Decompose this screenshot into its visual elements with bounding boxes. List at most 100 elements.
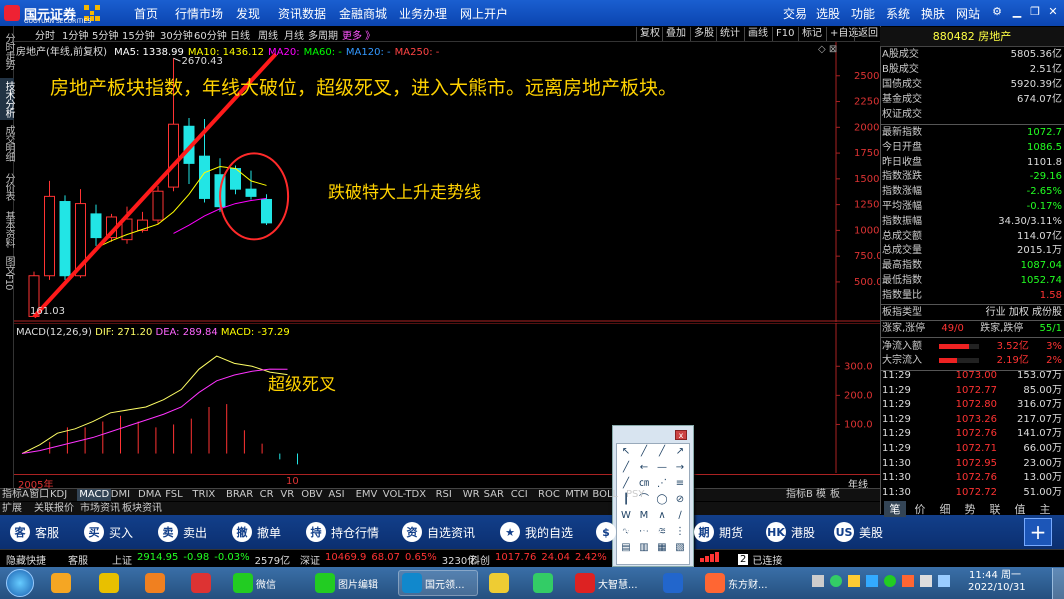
- maximize-button[interactable]: ❐: [1026, 4, 1044, 20]
- indicator-tab-6[interactable]: FSL: [165, 489, 183, 501]
- taskbar-app-4[interactable]: 微信: [230, 570, 308, 596]
- taskbar-app-11[interactable]: 东方财...: [702, 570, 778, 596]
- tick-tab-6[interactable]: 主: [1034, 501, 1056, 517]
- action-button-2[interactable]: 卖卖出: [158, 519, 207, 545]
- taskbar-app-0[interactable]: [48, 570, 82, 596]
- right-menu-item-2[interactable]: 功能: [851, 5, 875, 22]
- taskbar-app-7[interactable]: [486, 570, 520, 596]
- right-menu-item-1[interactable]: 选股: [816, 5, 840, 22]
- indicator-tab-13[interactable]: EMV: [356, 489, 378, 501]
- menu-item-1[interactable]: 行情市场: [175, 5, 223, 22]
- indicator-tab-17[interactable]: SAR: [484, 489, 504, 501]
- draw-tool-icon[interactable]: ⋮: [671, 524, 689, 540]
- draw-tool-icon[interactable]: —: [653, 460, 671, 476]
- draw-tool-icon[interactable]: ∕: [671, 508, 689, 524]
- indicator-tab-16[interactable]: WR: [463, 489, 480, 501]
- menu-item-4[interactable]: 金融商城: [339, 5, 387, 22]
- minimize-button[interactable]: ▁: [1008, 4, 1026, 20]
- draw-tool-icon[interactable]: ↖: [617, 444, 635, 460]
- extension-tab-3[interactable]: 板块资讯: [122, 503, 162, 515]
- right-menu-item-3[interactable]: 系统: [886, 5, 910, 22]
- chart-tool-button-1[interactable]: 叠加: [662, 27, 689, 41]
- ticker-service-link[interactable]: 客服: [68, 552, 88, 567]
- indicator-tab-2[interactable]: KDJ: [50, 489, 67, 501]
- taskbar-app-6[interactable]: 国元领...: [398, 570, 478, 596]
- indicator-tab-19[interactable]: ROC: [538, 489, 560, 501]
- hide-shortcut-link[interactable]: 隐藏快捷: [6, 552, 46, 567]
- period-tab-8[interactable]: 月线: [284, 27, 304, 42]
- right-menu-item-4[interactable]: 换肤: [921, 5, 945, 22]
- tick-tab-1[interactable]: 价: [909, 501, 931, 517]
- draw-tool-icon[interactable]: ↗: [671, 444, 689, 460]
- brand-logo[interactable]: 国元证券 GUOYUAN SECURITIES: [4, 3, 100, 25]
- right-menu-item-5[interactable]: 网站: [956, 5, 980, 22]
- macd-chart[interactable]: 300.0 200.0 100.0: [14, 323, 880, 473]
- menu-item-5[interactable]: 业务办理: [399, 5, 447, 22]
- chart-tool-button-5[interactable]: F10: [772, 27, 797, 41]
- tray-network-icon[interactable]: [866, 575, 878, 587]
- action-button-1[interactable]: 买买入: [84, 519, 133, 545]
- draw-tool-icon[interactable]: ╱: [653, 444, 671, 460]
- ticker-sh[interactable]: 上证 2914.95 -0.98 -0.03% 2579亿: [112, 552, 290, 567]
- indicator-tab-4[interactable]: DMI: [111, 489, 130, 501]
- left-tab-1[interactable]: 技术分析: [0, 78, 14, 120]
- extension-tab-2[interactable]: 市场资讯: [80, 503, 120, 515]
- left-tab-4[interactable]: 基本资料: [0, 206, 14, 252]
- menu-item-3[interactable]: 资讯数据: [278, 5, 326, 22]
- taskbar-app-2[interactable]: [142, 570, 176, 596]
- draw-tool-icon[interactable]: ╱: [635, 444, 653, 460]
- tray-security-icon[interactable]: [830, 575, 842, 587]
- period-tab-7[interactable]: 周线: [258, 27, 278, 42]
- period-tab-6[interactable]: 日线: [230, 27, 250, 42]
- board-type-row[interactable]: 板指类型 行业 加权 成份股: [882, 305, 1062, 320]
- menu-item-2[interactable]: 发现: [236, 5, 260, 22]
- draw-tool-icon[interactable]: ←: [635, 460, 653, 476]
- tick-tab-4[interactable]: 联: [984, 501, 1006, 517]
- indicator-tab-0[interactable]: 指标A: [2, 489, 29, 501]
- close-button[interactable]: ✕: [1044, 4, 1062, 20]
- left-tab-3[interactable]: 分价表: [0, 168, 14, 204]
- indicator-tab-7[interactable]: TRIX: [192, 489, 215, 501]
- indicator-tab-15[interactable]: RSI: [436, 489, 452, 501]
- left-tab-5[interactable]: 图文F10: [0, 254, 14, 292]
- period-tab-4[interactable]: 30分钟: [160, 27, 193, 42]
- indicator-tab-12[interactable]: ASI: [328, 489, 344, 501]
- ticker-kc[interactable]: 科创 1017.76 24.04 2.42% 5: [470, 552, 618, 567]
- taskbar-app-5[interactable]: 图片编辑: [312, 570, 392, 596]
- period-tab-0[interactable]: 分时: [35, 27, 55, 42]
- taskbar-clock[interactable]: 11:44 周一 2022/10/31: [968, 570, 1026, 594]
- period-tab-10[interactable]: 更多 》: [342, 27, 375, 42]
- action-button-6[interactable]: ★ 我的自选: [500, 519, 573, 545]
- quote-panel-header[interactable]: 880482 房地产: [880, 27, 1064, 47]
- show-desktop-button[interactable]: [1052, 568, 1064, 599]
- indicator-tab-5[interactable]: DMA: [138, 489, 161, 501]
- tray-sound-icon[interactable]: [812, 575, 824, 587]
- tray-monitor-icon[interactable]: [938, 575, 950, 587]
- period-tab-1[interactable]: 1分钟: [62, 27, 88, 42]
- draw-tool-icon[interactable]: ⋰: [653, 476, 671, 492]
- left-tab-0[interactable]: 分时走势: [0, 28, 14, 74]
- indicator-tab-11[interactable]: OBV: [301, 489, 322, 501]
- start-button[interactable]: [6, 569, 34, 597]
- taskbar-app-9[interactable]: 大智慧...: [572, 570, 648, 596]
- taskbar-app-1[interactable]: [96, 570, 130, 596]
- extension-tab-1[interactable]: 关联报价: [34, 503, 74, 515]
- indicator-tab-3[interactable]: MACD: [77, 489, 112, 501]
- taskbar-app-10[interactable]: [660, 570, 694, 596]
- indicator-tab-21[interactable]: BOLL: [592, 489, 618, 501]
- indicator-b-tab-2[interactable]: 板: [830, 489, 840, 501]
- tray-app-icon[interactable]: [902, 575, 914, 587]
- tray-wechat-icon[interactable]: [884, 575, 896, 587]
- chart-tool-button-6[interactable]: 标记: [798, 27, 825, 41]
- chart-tool-button-0[interactable]: 复权: [636, 27, 663, 41]
- tick-tab-3[interactable]: 势: [959, 501, 981, 517]
- action-button-7[interactable]: $ 新股发行: [596, 519, 669, 545]
- draw-tool-icon[interactable]: ◯: [653, 492, 671, 508]
- tray-flag-icon[interactable]: [920, 575, 932, 587]
- action-button-4[interactable]: 持持仓行情: [306, 519, 379, 545]
- action-button-0[interactable]: 客客服: [10, 519, 59, 545]
- tray-ime-icon[interactable]: [848, 575, 860, 587]
- indicator-tab-1[interactable]: 窗口: [29, 489, 49, 501]
- indicator-tab-10[interactable]: VR: [280, 489, 294, 501]
- draw-tool-icon[interactable]: ⊘: [671, 492, 689, 508]
